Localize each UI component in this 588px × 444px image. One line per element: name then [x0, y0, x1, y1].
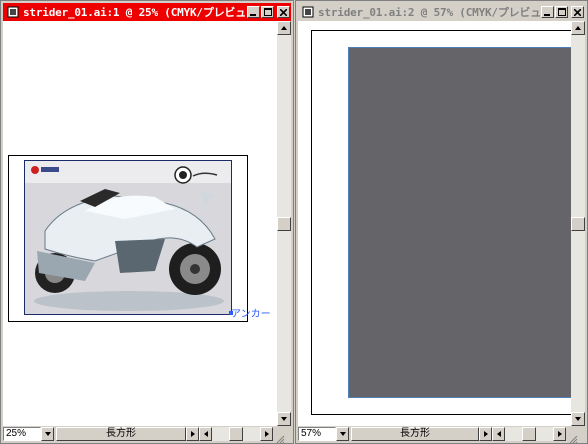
- anchor-point[interactable]: [229, 311, 233, 315]
- arrow-right-icon: [190, 431, 195, 437]
- close-button[interactable]: [571, 6, 584, 18]
- minimize-icon: [544, 13, 550, 16]
- document-icon: [300, 5, 316, 19]
- scroll-thumb[interactable]: [277, 217, 291, 231]
- horizontal-scroll-thumb[interactable]: [522, 427, 536, 441]
- scroll-down-button[interactable]: [277, 412, 291, 426]
- tool-menu-button[interactable]: [479, 427, 492, 441]
- minimize-icon: [250, 13, 256, 16]
- document-window-2[interactable]: strider_01.ai:2 @ 57% (CMYK/プレビュー) 57% 長…: [295, 0, 588, 444]
- document-icon: [5, 5, 21, 19]
- scroll-left-button[interactable]: [492, 427, 505, 441]
- arrow-up-icon: [575, 26, 581, 30]
- vertical-scrollbar[interactable]: [277, 21, 291, 426]
- zoom-dropdown-button[interactable]: [41, 427, 54, 441]
- horizontal-scroll-thumb[interactable]: [229, 427, 243, 441]
- scroll-left-button[interactable]: [199, 427, 212, 441]
- vertical-scrollbar[interactable]: [571, 21, 585, 426]
- scroll-right-button[interactable]: [260, 427, 273, 441]
- close-button[interactable]: [277, 6, 290, 18]
- horizontal-scrollbar[interactable]: [505, 427, 553, 441]
- arrow-down-icon: [575, 417, 581, 421]
- document-canvas[interactable]: アンカー: [3, 21, 277, 426]
- minimize-button[interactable]: [247, 6, 260, 18]
- title-bar[interactable]: strider_01.ai:2 @ 57% (CMYK/プレビュー): [298, 3, 585, 21]
- arrow-right-icon: [483, 431, 488, 437]
- arrow-right-icon: [557, 431, 562, 437]
- arrow-right-icon: [264, 431, 269, 437]
- horizontal-scrollbar[interactable]: [212, 427, 260, 441]
- document-window-1[interactable]: strider_01.ai:1 @ 25% (CMYK/プレビュー) アンカー …: [0, 0, 294, 444]
- tool-menu-button[interactable]: [186, 427, 199, 441]
- scroll-up-button[interactable]: [571, 21, 585, 35]
- motorcycle-photo[interactable]: [24, 160, 232, 315]
- window-title: strider_01.ai:2 @ 57% (CMYK/プレビュー): [318, 6, 540, 19]
- close-icon: [280, 8, 287, 16]
- arrow-left-icon: [203, 431, 208, 437]
- status-bar: 57% 長方形: [298, 427, 585, 444]
- resize-grip-icon[interactable]: [275, 429, 285, 444]
- current-tool-display[interactable]: 長方形: [56, 427, 186, 441]
- current-tool-display[interactable]: 長方形: [351, 427, 479, 441]
- close-icon: [574, 8, 581, 16]
- maximize-icon: [263, 8, 272, 16]
- scroll-up-button[interactable]: [277, 21, 291, 35]
- anchor-hint-label: アンカー: [231, 309, 271, 320]
- chevron-down-icon: [339, 432, 346, 436]
- arrow-up-icon: [281, 26, 287, 30]
- zoom-field[interactable]: 57%: [298, 427, 336, 441]
- arrow-down-icon: [281, 417, 287, 421]
- scroll-down-button[interactable]: [571, 412, 585, 426]
- window-title: strider_01.ai:1 @ 25% (CMYK/プレビュー): [23, 6, 246, 19]
- title-bar[interactable]: strider_01.ai:1 @ 25% (CMYK/プレビュー): [3, 3, 291, 21]
- resize-grip-icon[interactable]: [568, 429, 578, 444]
- maximize-icon: [557, 8, 566, 16]
- chevron-down-icon: [44, 432, 51, 436]
- scroll-right-button[interactable]: [553, 427, 566, 441]
- gray-rectangle-object[interactable]: [348, 47, 571, 398]
- maximize-button[interactable]: [261, 6, 274, 18]
- minimize-button[interactable]: [541, 6, 554, 18]
- arrow-left-icon: [496, 431, 501, 437]
- maximize-button[interactable]: [555, 6, 568, 18]
- zoom-dropdown-button[interactable]: [336, 427, 349, 441]
- status-bar: 25% 長方形: [3, 427, 291, 444]
- scroll-thumb[interactable]: [571, 217, 585, 231]
- document-canvas[interactable]: [298, 21, 571, 426]
- zoom-field[interactable]: 25%: [3, 427, 41, 441]
